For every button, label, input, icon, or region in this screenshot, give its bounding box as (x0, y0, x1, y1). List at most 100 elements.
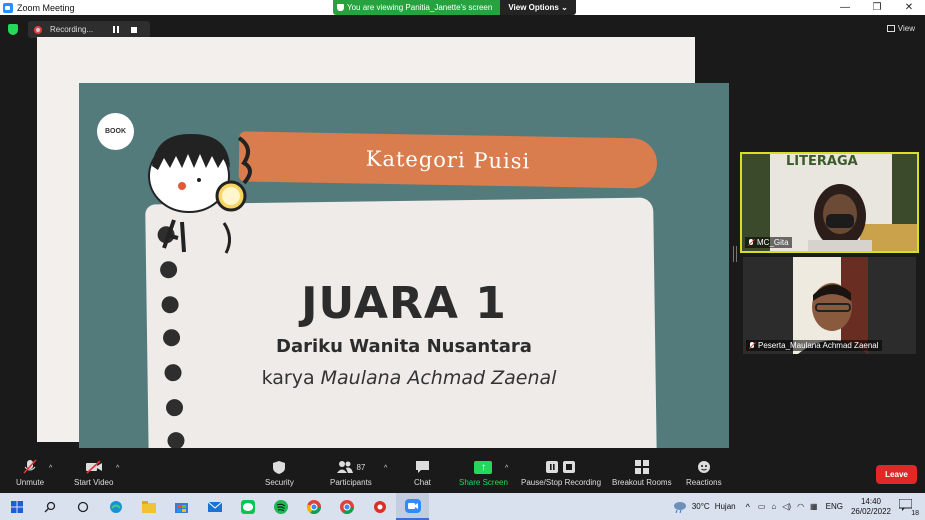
breakout-rooms-label: Breakout Rooms (612, 478, 672, 487)
battery-icon[interactable]: ▭ (758, 502, 766, 511)
taskbar-app-red[interactable] (363, 493, 396, 520)
wifi-icon[interactable]: ◠ (797, 502, 804, 511)
video-tile-active-speaker[interactable]: LITERAGA MC_Gita (740, 152, 919, 253)
taskbar-zoom[interactable] (396, 493, 429, 520)
task-view-icon (77, 501, 88, 512)
zoom-app-icon (3, 2, 13, 13)
recording-label: Recording... (50, 25, 94, 34)
reactions-button[interactable]: Reactions (686, 459, 722, 487)
participant-name-tag: MC_Gita (745, 237, 792, 248)
participants-label: Participants (330, 478, 372, 487)
stop-recording-icon[interactable] (131, 26, 138, 33)
binder-hole (165, 399, 184, 417)
search-button[interactable] (33, 493, 66, 520)
close-button[interactable]: ✕ (893, 0, 925, 15)
notification-center-button[interactable]: 18 (898, 498, 919, 517)
breakout-rooms-icon (634, 459, 649, 475)
chrome-icon (306, 499, 321, 514)
video-options-caret[interactable]: ^ (116, 465, 119, 472)
chat-bubble-icon (415, 459, 430, 475)
grid-icon (886, 25, 895, 32)
author-line: karya Maulana Achmad Zaenal (199, 367, 619, 389)
clock-time: 14:40 (860, 496, 881, 506)
line-app-icon (240, 499, 255, 514)
weather-description[interactable]: Hujan (715, 502, 736, 511)
slide-content: BOOK Kategori Puisi JUARA 1 Dariku Wanit… (79, 83, 729, 448)
pause-stop-recording-button[interactable]: Pause/Stop Recording (521, 459, 601, 487)
share-options-caret[interactable]: ^ (505, 465, 508, 472)
participant-name: MC_Gita (757, 238, 789, 247)
window-title: Zoom Meeting (17, 2, 75, 13)
taskbar-edge[interactable] (99, 493, 132, 520)
minimize-button[interactable]: — (829, 0, 861, 15)
taskbar-line[interactable] (231, 493, 264, 520)
show-hidden-icons-caret[interactable]: ^ (746, 502, 750, 512)
work-title: Dariku Wanita Nusantara (276, 336, 532, 357)
unmute-button[interactable]: Unmute (16, 459, 44, 487)
taskbar-chrome-profile[interactable] (330, 493, 363, 520)
task-view-button[interactable] (66, 493, 99, 520)
category-title: Kategori Puisi (365, 146, 531, 174)
view-layout-button[interactable]: View (886, 24, 915, 33)
pause-recording-icon[interactable] (113, 25, 121, 34)
participants-count: 87 (356, 462, 366, 472)
reading-kid-illustration (148, 133, 252, 254)
keyboard-icon[interactable]: ▦ (810, 502, 818, 511)
mic-muted-icon (23, 459, 37, 475)
meeting-toolbar: Unmute ^ Start Video ^ Security 87 Parti… (0, 455, 925, 493)
chrome-profile-icon (339, 499, 354, 514)
category-banner: Kategori Puisi (238, 131, 658, 189)
system-tray: 30°C Hujan ^ ▭ ⌂ ◁) ◠ ▦ ENG 14:40 26/02/… (672, 493, 925, 520)
participant-name: Peserta_Maulana Achmad Zaenal (758, 341, 879, 350)
start-video-button[interactable]: Start Video (74, 459, 113, 487)
breakout-rooms-button[interactable]: Breakout Rooms (612, 459, 672, 487)
volume-icon[interactable]: ◁) (782, 502, 791, 511)
rank-heading: JUARA 1 (301, 278, 507, 329)
window-controls: — ❐ ✕ (829, 0, 925, 15)
weather-temperature[interactable]: 30°C (692, 502, 710, 511)
audio-options-caret[interactable]: ^ (49, 465, 52, 472)
network-icon[interactable]: ⌂ (771, 502, 776, 511)
start-button[interactable] (0, 493, 33, 520)
folder-icon (141, 500, 156, 513)
start-video-label: Start Video (74, 478, 114, 487)
system-clock[interactable]: 14:40 26/02/2022 (851, 497, 891, 517)
taskbar-file-explorer[interactable] (132, 493, 165, 520)
encryption-shield-icon[interactable] (8, 24, 18, 35)
language-indicator[interactable]: ENG (826, 502, 843, 511)
recording-dot-icon (34, 25, 42, 34)
participants-button[interactable]: 87 Participants (330, 459, 372, 487)
mic-muted-icon (748, 238, 754, 247)
restore-button[interactable]: ❐ (861, 0, 893, 15)
chat-button[interactable]: Chat (414, 459, 431, 487)
participants-icon: 87 (336, 459, 365, 475)
view-label: View (897, 24, 915, 33)
participants-options-caret[interactable]: ^ (384, 465, 387, 472)
view-options-button[interactable]: View Options ⌄ (500, 0, 576, 15)
taskbar-store[interactable] (165, 493, 198, 520)
participant-name-tag: Peserta_Maulana Achmad Zaenal (746, 340, 882, 351)
security-button[interactable]: Security (265, 459, 294, 487)
binder-hole (167, 432, 185, 448)
security-shield-icon (272, 459, 286, 475)
video-tile-participant[interactable]: Peserta_Maulana Achmad Zaenal (743, 257, 916, 354)
zoom-icon (404, 498, 421, 513)
share-screen-button[interactable]: ↑ Share Screen (459, 459, 508, 487)
taskbar-mail[interactable] (198, 493, 231, 520)
security-label: Security (265, 478, 294, 487)
viewing-indicator: You are viewing Panitia_Janette's screen (333, 0, 501, 15)
taskbar-chrome[interactable] (297, 493, 330, 520)
leave-button[interactable]: Leave (876, 465, 917, 484)
literaga-logo-text: LITERAGA (786, 154, 858, 169)
edge-icon (109, 500, 122, 513)
book-logo: BOOK (97, 113, 134, 150)
binder-hole (161, 296, 179, 314)
share-screen-label: Share Screen (459, 478, 508, 487)
taskbar-spotify[interactable] (264, 493, 297, 520)
panel-resize-handle[interactable] (733, 246, 737, 262)
author-prefix: karya (261, 367, 315, 389)
binder-hole (159, 261, 178, 279)
notification-icon (898, 498, 913, 511)
pause-stop-icon (545, 459, 577, 475)
viewing-text: You are viewing Panitia_Janette's screen (347, 3, 493, 12)
